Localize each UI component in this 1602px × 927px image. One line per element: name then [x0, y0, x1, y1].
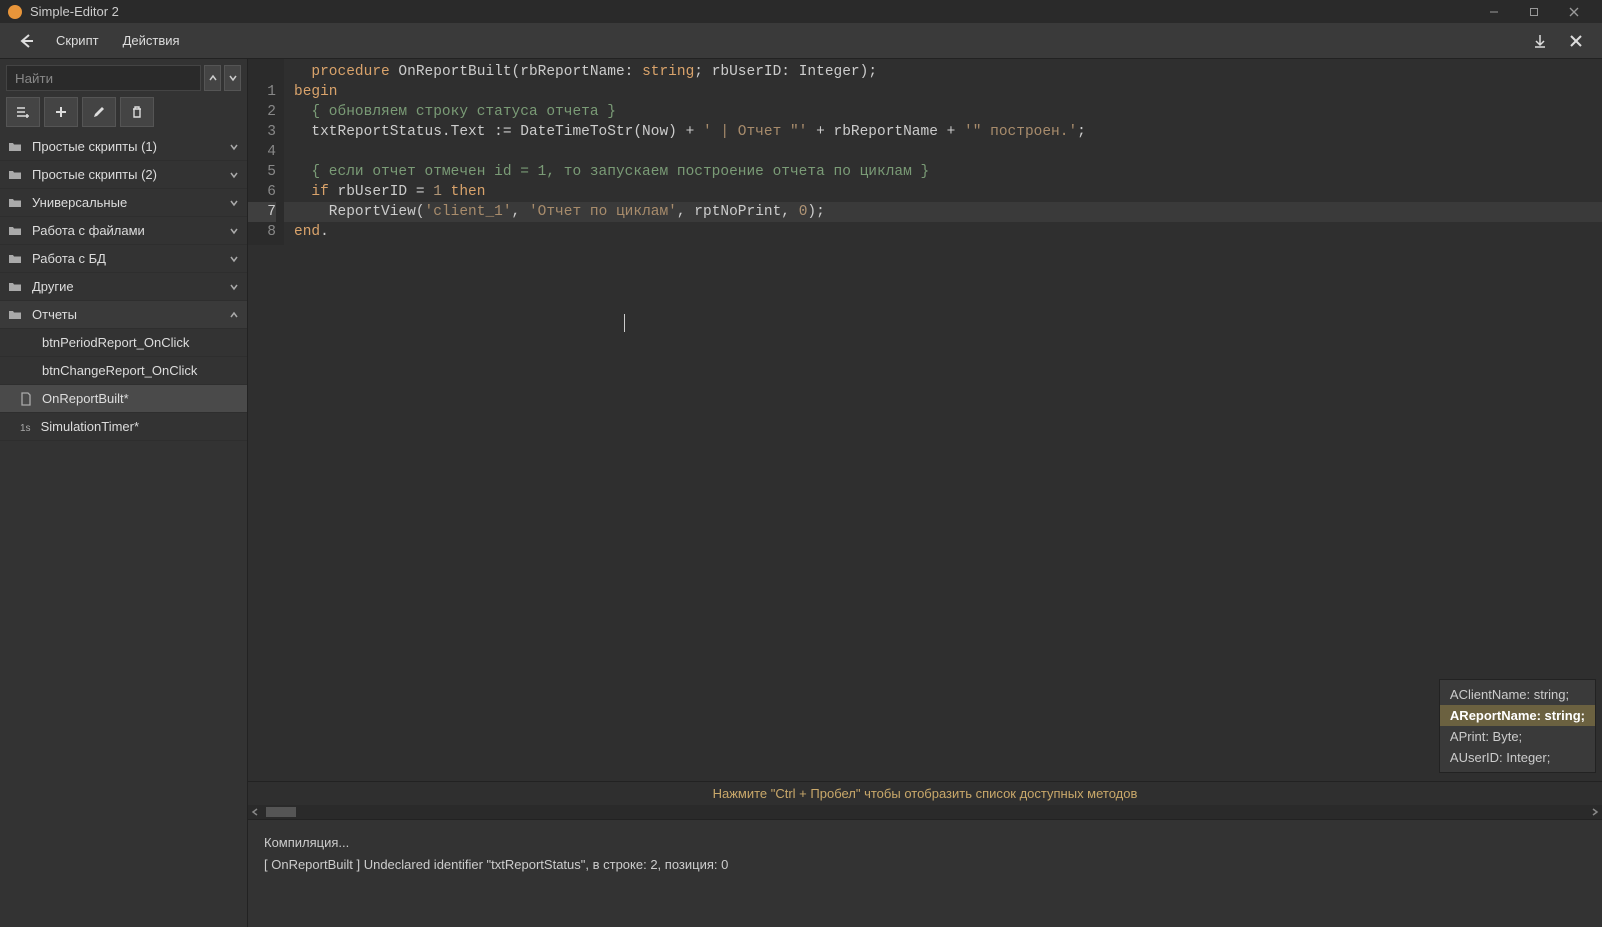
line-gutter: 12345678: [248, 59, 284, 245]
chevron-down-icon: [229, 254, 239, 264]
hint-text: Нажмите "Ctrl + Пробел" чтобы отобразить…: [713, 786, 1138, 801]
chevron-down-icon: [229, 282, 239, 292]
sidebar-folder[interactable]: Простые скрипты (1): [0, 133, 247, 161]
folder-icon: [8, 140, 22, 154]
menu-script[interactable]: Скрипт: [56, 33, 99, 48]
menu-actions[interactable]: Действия: [123, 33, 180, 48]
toolbar: Скрипт Действия: [0, 23, 1602, 59]
app-icon: [8, 5, 22, 19]
sidebar: Простые скрипты (1) Простые скрипты (2) …: [0, 59, 248, 927]
folder-icon: [8, 224, 22, 238]
tooltip-row: APrint: Byte;: [1440, 726, 1595, 747]
window-title: Simple-Editor 2: [30, 4, 119, 19]
folder-label: Простые скрипты (1): [32, 139, 157, 154]
output-panel: Компиляция... [ OnReportBuilt ] Undeclar…: [248, 819, 1602, 927]
code-line[interactable]: [284, 142, 1602, 162]
editor-area: 12345678 procedure OnReportBuilt(rbRepor…: [248, 59, 1602, 927]
chevron-up-icon: [229, 310, 239, 320]
chevron-down-icon: [229, 226, 239, 236]
maximize-button[interactable]: [1514, 0, 1554, 23]
code-line[interactable]: begin: [284, 82, 1602, 102]
back-button[interactable]: [12, 27, 40, 55]
folder-icon: [8, 308, 22, 322]
item-icon: [20, 392, 32, 406]
sidebar-item[interactable]: btnChangeReport_OnClick: [0, 357, 247, 385]
sidebar-folder[interactable]: Универсальные: [0, 189, 247, 217]
item-label: btnPeriodReport_OnClick: [42, 335, 189, 350]
folder-icon: [8, 280, 22, 294]
item-icon: [20, 335, 32, 350]
item-icon: [20, 363, 32, 378]
tooltip-row: AUserID: Integer;: [1440, 747, 1595, 768]
folder-label: Отчеты: [32, 307, 77, 322]
sidebar-item[interactable]: btnPeriodReport_OnClick: [0, 329, 247, 357]
item-label: SimulationTimer*: [41, 419, 140, 434]
code-line[interactable]: txtReportStatus.Text := DateTimeToStr(No…: [284, 122, 1602, 142]
output-line: Компиляция...: [264, 832, 1586, 854]
folder-icon: [8, 252, 22, 266]
item-label: OnReportBuilt*: [42, 391, 129, 406]
folder-label: Простые скрипты (2): [32, 167, 157, 182]
sidebar-item[interactable]: 1s SimulationTimer*: [0, 413, 247, 441]
code-line[interactable]: procedure OnReportBuilt(rbReportName: st…: [284, 62, 1602, 82]
output-line: [ OnReportBuilt ] Undeclared identifier …: [264, 854, 1586, 876]
folder-label: Универсальные: [32, 195, 127, 210]
sidebar-folder[interactable]: Простые скрипты (2): [0, 161, 247, 189]
code-line[interactable]: ReportView('client_1', 'Отчет по циклам'…: [284, 202, 1602, 222]
tooltip-row: AClientName: string;: [1440, 684, 1595, 705]
sidebar-folder[interactable]: Отчеты: [0, 301, 247, 329]
scroll-thumb[interactable]: [266, 807, 296, 817]
add-button[interactable]: [44, 97, 78, 127]
folder-label: Работа с файлами: [32, 223, 145, 238]
code-editor[interactable]: 12345678 procedure OnReportBuilt(rbRepor…: [248, 59, 1602, 781]
folder-icon: [8, 168, 22, 182]
edit-button[interactable]: [82, 97, 116, 127]
sidebar-item[interactable]: OnReportBuilt*: [0, 385, 247, 413]
script-tree: Простые скрипты (1) Простые скрипты (2) …: [0, 133, 247, 927]
tooltip-row: AReportName: string;: [1440, 705, 1595, 726]
delete-button[interactable]: [120, 97, 154, 127]
code-line[interactable]: { если отчет отмечен id = 1, то запускае…: [284, 162, 1602, 182]
search-next-button[interactable]: [224, 65, 241, 91]
folder-label: Работа с БД: [32, 251, 106, 266]
chevron-down-icon: [229, 170, 239, 180]
text-cursor: [624, 314, 625, 332]
chevron-down-icon: [229, 198, 239, 208]
folder-label: Другие: [32, 279, 74, 294]
add-group-button[interactable]: [6, 97, 40, 127]
chevron-down-icon: [229, 142, 239, 152]
item-label: btnChangeReport_OnClick: [42, 363, 197, 378]
close-button[interactable]: [1554, 0, 1594, 23]
minimize-button[interactable]: [1474, 0, 1514, 23]
download-button[interactable]: [1526, 27, 1554, 55]
parameter-tooltip: AClientName: string;AReportName: string;…: [1439, 679, 1596, 773]
code-lines[interactable]: procedure OnReportBuilt(rbReportName: st…: [284, 59, 1602, 245]
search-input[interactable]: [6, 65, 201, 91]
title-bar: Simple-Editor 2: [0, 0, 1602, 23]
close-panel-button[interactable]: [1562, 27, 1590, 55]
folder-icon: [8, 196, 22, 210]
code-line[interactable]: { обновляем строку статуса отчета }: [284, 102, 1602, 122]
scroll-right-icon[interactable]: [1588, 805, 1602, 819]
code-line[interactable]: end.: [284, 222, 1602, 242]
scroll-left-icon[interactable]: [248, 805, 262, 819]
search-prev-button[interactable]: [204, 65, 221, 91]
sidebar-folder[interactable]: Другие: [0, 273, 247, 301]
item-icon: 1s: [20, 419, 31, 434]
sidebar-folder[interactable]: Работа с файлами: [0, 217, 247, 245]
horizontal-scrollbar[interactable]: [248, 805, 1602, 819]
sidebar-folder[interactable]: Работа с БД: [0, 245, 247, 273]
code-line[interactable]: if rbUserID = 1 then: [284, 182, 1602, 202]
hint-bar: Нажмите "Ctrl + Пробел" чтобы отобразить…: [248, 781, 1602, 805]
